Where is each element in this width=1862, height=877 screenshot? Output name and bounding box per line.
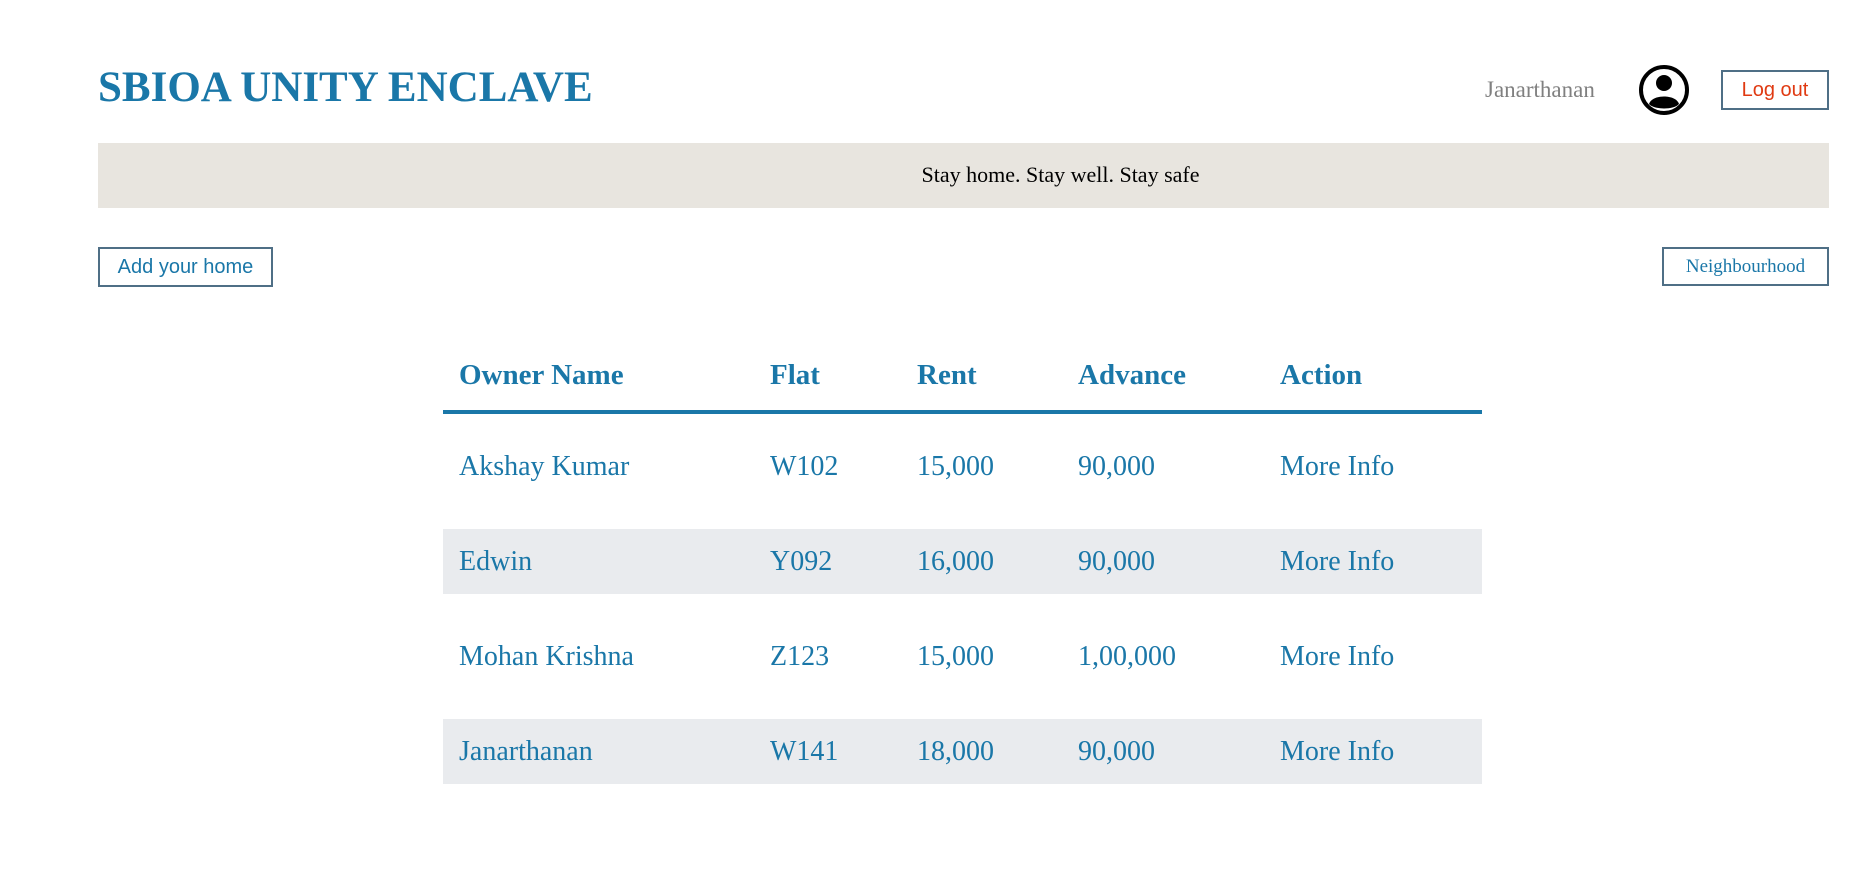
rent-cell: 15,000 (917, 451, 994, 482)
table-row: Edwin Y092 16,000 90,000 More Info (443, 529, 1482, 594)
site-title: SBIOA UNITY ENCLAVE (98, 64, 593, 111)
flat-cell: Y092 (770, 546, 833, 577)
neighbourhood-button[interactable]: Neighbourhood (1662, 247, 1829, 286)
account-circle-icon[interactable] (1638, 64, 1690, 116)
more-info-link[interactable]: More Info (1280, 735, 1394, 769)
owner-name-cell: Mohan Krishna (459, 641, 634, 672)
table-row: Mohan Krishna Z123 15,000 1,00,000 More … (443, 624, 1482, 689)
add-home-button[interactable]: Add your home (98, 247, 273, 287)
rentals-table: Owner Name Flat Rent Advance Action Aksh… (443, 345, 1482, 784)
flat-cell: W102 (770, 451, 839, 482)
column-header-owner-name: Owner Name (459, 359, 624, 391)
column-header-action: Action (1280, 359, 1363, 391)
column-header-advance: Advance (1078, 359, 1186, 391)
table-row: Akshay Kumar W102 15,000 90,000 More Inf… (443, 434, 1482, 499)
flat-cell: W141 (770, 736, 839, 767)
rent-cell: 18,000 (917, 736, 994, 767)
more-info-link[interactable]: More Info (1280, 450, 1394, 484)
more-info-link[interactable]: More Info (1280, 545, 1394, 579)
rent-cell: 16,000 (917, 546, 994, 577)
advance-cell: 90,000 (1078, 736, 1155, 767)
advance-cell: 90,000 (1078, 546, 1155, 577)
announcement-banner: Stay home. Stay well. Stay safe (98, 143, 1829, 208)
column-header-flat: Flat (770, 359, 820, 391)
advance-cell: 1,00,000 (1078, 641, 1176, 672)
logout-button[interactable]: Log out (1721, 70, 1829, 110)
owner-name-cell: Janarthanan (459, 736, 593, 767)
flat-cell: Z123 (770, 641, 830, 672)
table-header: Owner Name Flat Rent Advance Action (443, 345, 1482, 414)
rent-cell: 15,000 (917, 641, 994, 672)
advance-cell: 90,000 (1078, 451, 1155, 482)
owner-name-cell: Akshay Kumar (459, 451, 630, 482)
owner-name-cell: Edwin (459, 546, 533, 577)
user-name: Janarthanan (1485, 77, 1595, 102)
column-header-rent: Rent (917, 359, 977, 391)
more-info-link[interactable]: More Info (1280, 640, 1394, 674)
table-row: Janarthanan W141 18,000 90,000 More Info (443, 719, 1482, 784)
banner-message: Stay home. Stay well. Stay safe (921, 162, 1200, 187)
